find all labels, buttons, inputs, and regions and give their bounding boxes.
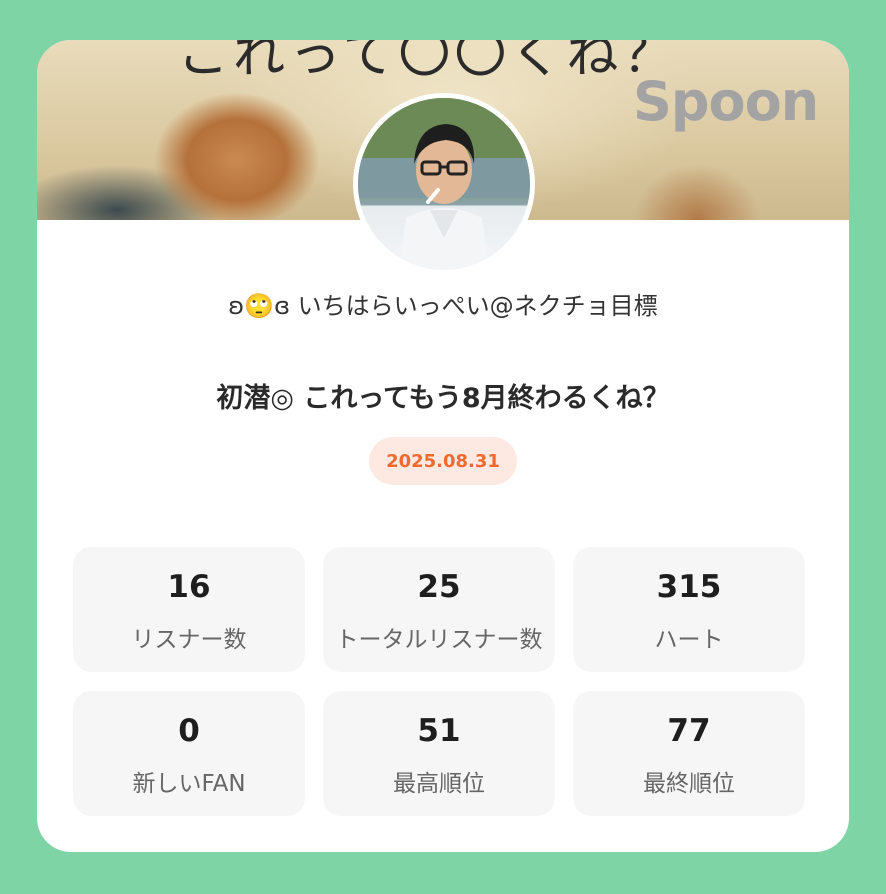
stat-highest-rank: 51 最高順位 [323,691,555,816]
stat-hearts: 315 ハート [573,547,805,672]
stat-listeners: 16 リスナー数 [73,547,305,672]
stat-new-fans: 0 新しいFAN [73,691,305,816]
stat-label: ハート [654,627,724,653]
username[interactable]: ʚ🙄ɞ いちはらいっぺい@ネクチョ目標 [37,286,849,321]
stat-label: リスナー数 [131,627,247,653]
stat-label: 新しいFAN [132,771,246,797]
stat-label: トータルリスナー数 [335,627,543,653]
stats-card: これって〇〇くね？ Spoon ʚ🙄ɞ いちはらいっぺい@ネクチョ目標 初潜◎ … [37,40,849,852]
date-badge: 2025.08.31 [369,437,517,485]
stat-label: 最高順位 [393,771,485,797]
avatar[interactable] [353,93,535,275]
spoon-logo: Spoon [633,70,819,133]
stat-label: 最終順位 [643,771,735,797]
stat-value: 16 [167,569,211,605]
stat-value: 0 [178,713,200,749]
stat-total-listeners: 25 トータルリスナー数 [323,547,555,672]
stat-value: 51 [417,713,461,749]
stat-value: 315 [656,569,722,605]
stat-value: 77 [667,713,711,749]
banner-caption: これって〇〇くね？ [177,40,679,85]
stat-final-rank: 77 最終順位 [573,691,805,816]
avatar-photo [358,98,530,270]
broadcast-title: 初潜◎ これってもう8月終わるくね？ [216,383,670,414]
stat-value: 25 [417,569,461,605]
